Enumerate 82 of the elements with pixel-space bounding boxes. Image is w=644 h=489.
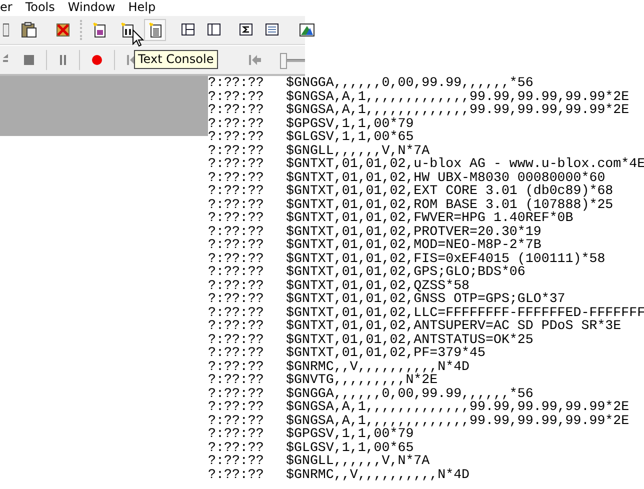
menu-item[interactable]: Window <box>68 0 116 15</box>
timestamp: ?:??:?? <box>208 292 265 306</box>
layout-icon <box>181 22 195 38</box>
timestamp: ?:??:?? <box>208 198 265 211</box>
console-line: $GNTXT,01,01,02,GPS;GLO;BDS*06 <box>286 265 526 278</box>
new-document-icon <box>147 22 163 38</box>
timestamp: ?:??:?? <box>208 252 265 265</box>
menu-item[interactable]: Tools <box>25 0 55 15</box>
timestamp: ?:??:?? <box>208 278 265 292</box>
timestamp: ?:??:?? <box>208 144 265 157</box>
timestamp: ?:??:?? <box>208 306 265 319</box>
tooltip: Text Console <box>134 50 218 69</box>
new-document-icon <box>119 22 135 38</box>
console-line: $GNGGA,,,,,,0,00,99.99,,,,,,*56 <box>286 386 534 400</box>
console-line: $GLGSV,1,1,00*65 <box>286 130 414 144</box>
timestamp: ?:??:?? <box>208 440 265 454</box>
slider-thumb[interactable] <box>280 52 287 68</box>
console-line: $GNTXT,01,01,02,ANTSTATUS=OK*25 <box>286 332 534 346</box>
console-line: $GNTXT,01,01,02,PROTVER=20.30*19 <box>286 224 542 238</box>
menu-item[interactable]: er <box>0 0 12 15</box>
timestamp: ?:??:?? <box>208 360 265 373</box>
sigma-icon <box>239 22 253 38</box>
stop-icon <box>23 52 35 68</box>
timestamp: ?:??:?? <box>208 170 265 184</box>
console-line: $GPGSV,1,1,00*79 <box>286 116 414 130</box>
timestamp: ?:??:?? <box>208 157 265 170</box>
timestamp: ?:??:?? <box>208 332 265 346</box>
console-line: $GNTXT,01,01,02,HW UBX-M8030 00080000*60 <box>286 170 606 184</box>
console-line: $GNTXT,01,01,02,PF=379*45 <box>286 346 486 360</box>
clipboard-icon <box>21 22 37 38</box>
pause-icon <box>58 52 68 68</box>
console-line: $GPGSV,1,1,00*79 <box>286 427 414 440</box>
timestamp: ?:??:?? <box>208 76 265 90</box>
timestamp: ?:??:?? <box>208 238 265 252</box>
timestamp: ?:??:?? <box>208 414 265 427</box>
menu-item[interactable]: Help <box>128 0 156 15</box>
table-icon <box>265 22 279 38</box>
timestamp: ?:??:?? <box>208 265 265 278</box>
timestamp: ?:??:?? <box>208 346 265 360</box>
console-line: $GNTXT,01,01,02,FWVER=HPG 1.40REF*0B <box>286 211 574 224</box>
console-line: $GNTXT,01,01,02,u-blox AG - www.u-blox.com*4E <box>286 157 644 170</box>
new-document-icon <box>91 22 107 38</box>
console-line: $GNTXT,01,01,02,GNSS OTP=GPS;GLO*37 <box>286 292 566 306</box>
console-line: $GNGSA,A,1,,,,,,,,,,,,,99.99,99.99,99.99*2E <box>286 90 630 103</box>
console-line: $GNTXT,01,01,02,MOD=NEO-M8P-2*7B <box>286 238 542 252</box>
record-icon <box>91 52 103 68</box>
console-line: $GNGSA,A,1,,,,,,,,,,,,,99.99,99.99,99.99*2E <box>286 103 630 116</box>
timestamp: ?:??:?? <box>208 116 265 130</box>
console-line: $GNTXT,01,01,02,QZSS*58 <box>286 278 470 292</box>
timestamp: ?:??:?? <box>208 184 265 198</box>
console-line: $GNVTG,,,,,,,,,N*2E <box>286 373 438 386</box>
timestamp: ?:??:?? <box>208 319 265 332</box>
timestamp: ?:??:?? <box>208 90 265 103</box>
console-line: $GNGLL,,,,,,V,N*7A <box>286 144 430 157</box>
timestamp: ?:??:?? <box>208 373 265 386</box>
timestamp: ?:??:?? <box>208 454 265 468</box>
new-document-button[interactable] <box>144 19 166 41</box>
console-line: $GNGSA,A,1,,,,,,,,,,,,,99.99,99.99,99.99*2E <box>286 400 630 414</box>
timestamp: ?:??:?? <box>208 130 265 144</box>
console-line: $GNGGA,,,,,,0,00,99.99,,,,,,*56 <box>286 76 534 90</box>
console-line: $GNRMC,,V,,,,,,,,,,N*4D <box>286 468 470 481</box>
timestamp: ?:??:?? <box>208 211 265 224</box>
timestamp: ?:??:?? <box>208 468 265 481</box>
console-line: $GNGLL,,,,,,V,N*7A <box>286 454 430 468</box>
timestamp: ?:??:?? <box>208 400 265 414</box>
delete-icon <box>55 22 71 38</box>
console-line: $GNTXT,01,01,02,FIS=0xEF4015 (100111)*58 <box>286 252 606 265</box>
console-line: $GNRMC,,V,,,,,,,,,,N*4D <box>286 360 470 373</box>
timestamp: ?:??:?? <box>208 427 265 440</box>
document-icon <box>3 22 9 38</box>
console-line: $GNTXT,01,01,02,ANTSUPERV=AC SD PDoS SR*3E <box>286 319 622 332</box>
console-line: $GNTXT,01,01,02,EXT CORE 3.01 (db0c89)*68 <box>286 184 614 198</box>
timestamp: ?:??:?? <box>208 224 265 238</box>
layout-icon <box>207 22 221 38</box>
timestamp: ?:??:?? <box>208 103 265 116</box>
chart-icon <box>299 22 315 38</box>
console-line: $GNTXT,01,01,02,LLC=FFFFFFFF-FFFFFFED-FFFFFFF <box>286 306 644 319</box>
rewind-to-start-icon <box>248 52 262 68</box>
console-line: $GNGSA,A,1,,,,,,,,,,,,,99.99,99.99,99.99*2E <box>286 414 630 427</box>
console-line: $GLGSV,1,1,00*65 <box>286 440 414 454</box>
console-line: $GNTXT,01,01,02,ROM BASE 3.01 (107888)*25 <box>286 198 614 211</box>
timestamp: ?:??:?? <box>208 386 265 400</box>
